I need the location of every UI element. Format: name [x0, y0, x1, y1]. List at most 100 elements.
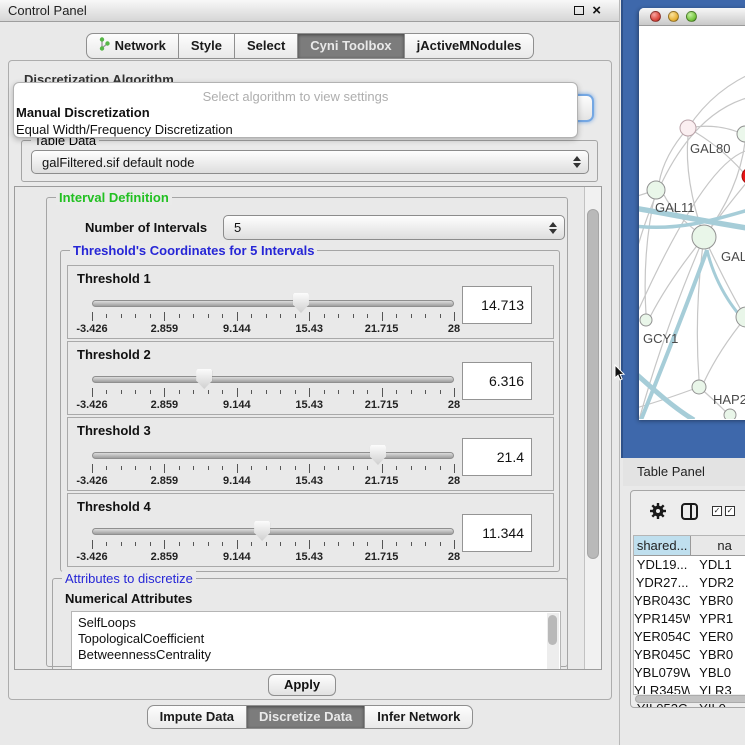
tick-label: 2.859 — [151, 475, 179, 487]
tick-mark — [396, 542, 397, 546]
slider-track[interactable] — [92, 528, 454, 535]
table-row[interactable]: YBR045CYBR0 — [634, 646, 745, 664]
table-cell: YDR27... — [634, 574, 690, 592]
threshold-label: Threshold 2 — [77, 347, 151, 362]
slider-tick-labels: -3.4262.8599.14415.4321.71528 — [92, 399, 454, 411]
stepper-arrows-icon — [549, 222, 557, 234]
table-row[interactable]: YBL079WYBL0 — [634, 664, 745, 682]
table-row[interactable]: YBR043CYBR0 — [634, 592, 745, 610]
tab-style[interactable]: Style — [179, 33, 235, 59]
attribute-list-item[interactable]: TopologicalCoefficient — [78, 631, 560, 647]
close-icon[interactable]: × — [592, 2, 601, 19]
tick-mark — [454, 388, 455, 397]
slider-ticks — [92, 388, 454, 397]
tab-network[interactable]: Network — [86, 33, 179, 59]
tick-label: 21.715 — [365, 399, 399, 411]
tick-label: 15.43 — [295, 323, 323, 335]
tick-label: 2.859 — [151, 399, 179, 411]
tab-label: Infer Network — [377, 709, 460, 724]
tick-mark — [396, 314, 397, 318]
table-data-group: Table Data galFiltered.sif default node — [21, 140, 598, 182]
table-cell: YBR0 — [690, 646, 745, 664]
network-canvas[interactable]: GAL80GACGAL11GAL4GCY1HHAP2 — [639, 26, 745, 419]
network-window: GAL80GACGAL11GAL4GCY1HHAP2 — [639, 8, 745, 420]
tick-mark — [280, 466, 281, 470]
threshold-slider[interactable]: -3.4262.8599.14415.4321.71528 — [92, 520, 454, 564]
tick-mark — [454, 312, 455, 321]
tick-mark — [396, 390, 397, 394]
network-node — [692, 225, 716, 249]
threshold-value-field[interactable]: 14.713 — [462, 286, 532, 324]
control-panel-titlebar: Control Panel × — [0, 0, 619, 22]
tick-mark — [208, 542, 209, 546]
slider-ticks — [92, 464, 454, 473]
tab-discretize-data[interactable]: Discretize Data — [247, 705, 365, 729]
tab-impute-data[interactable]: Impute Data — [147, 705, 247, 729]
tick-mark — [179, 390, 180, 394]
horizontal-scrollbar[interactable] — [634, 694, 745, 704]
minimize-traffic-light-icon[interactable] — [668, 11, 679, 22]
tick-mark — [266, 542, 267, 546]
tick-label: 9.144 — [223, 475, 251, 487]
tab-cyni-toolbox[interactable]: Cyni Toolbox — [298, 33, 404, 59]
threshold-value-field[interactable]: 11.344 — [462, 514, 532, 552]
apply-button[interactable]: Apply — [268, 674, 336, 696]
tick-mark — [411, 466, 412, 470]
network-window-titlebar — [639, 8, 745, 26]
attribute-list-item[interactable]: SelfLoops — [78, 615, 560, 631]
threshold-value-field[interactable]: 21.4 — [462, 438, 532, 476]
select-columns-icons[interactable]: ✓ ✓ — [712, 506, 735, 516]
slider-thumb[interactable] — [293, 293, 309, 313]
number-of-intervals-combobox[interactable]: 5 — [223, 215, 565, 240]
tick-label: 15.43 — [295, 399, 323, 411]
tick-mark — [324, 390, 325, 394]
threshold-value-field[interactable]: 6.316 — [462, 362, 532, 400]
slider-thumb[interactable] — [254, 521, 270, 541]
list-scrollbar[interactable] — [547, 613, 559, 670]
tick-mark — [367, 314, 368, 318]
tick-mark — [121, 314, 122, 318]
tick-mark — [338, 542, 339, 546]
table-column-header[interactable]: na — [691, 536, 745, 555]
numerical-attributes-list[interactable]: SelfLoopsTopologicalCoefficientBetweenne… — [71, 611, 561, 670]
table-row[interactable]: YPR145WYPR1 — [634, 610, 745, 628]
table-row[interactable]: YDR27...YDR2 — [634, 574, 745, 592]
mouse-cursor — [612, 364, 626, 382]
tick-mark — [237, 388, 238, 397]
slider-thumb[interactable] — [196, 369, 212, 389]
tick-label: 21.715 — [365, 551, 399, 563]
attribute-list-item[interactable]: BetweennessCentrality — [78, 647, 560, 663]
slider-thumb[interactable] — [370, 445, 386, 465]
gear-icon[interactable] — [649, 502, 667, 520]
tick-label: -3.426 — [76, 323, 107, 335]
tab-label: jActiveMNodules — [417, 38, 522, 53]
tab-infer-network[interactable]: Infer Network — [365, 705, 473, 729]
slider-track[interactable] — [92, 376, 454, 383]
tab-label: Network — [115, 38, 166, 53]
tab-jactivemnodules[interactable]: jActiveMNodules — [405, 33, 535, 59]
tab-select[interactable]: Select — [235, 33, 298, 59]
vertical-scrollbar[interactable] — [584, 187, 601, 669]
slider-track[interactable] — [92, 452, 454, 459]
zoom-traffic-light-icon[interactable] — [686, 11, 697, 22]
slider-ticks — [92, 312, 454, 321]
slider-track[interactable] — [92, 300, 454, 307]
column-layout-icon[interactable] — [681, 503, 698, 520]
close-traffic-light-icon[interactable] — [650, 11, 661, 22]
tick-label: 9.144 — [223, 551, 251, 563]
table-row[interactable]: YER054CYER0 — [634, 628, 745, 646]
algorithm-option[interactable]: Equal Width/Frequency Discretization — [14, 121, 577, 138]
table-row[interactable]: YDL19...YDL1 — [634, 556, 745, 574]
threshold-label: Threshold 1 — [77, 271, 151, 286]
tick-label: -3.426 — [76, 399, 107, 411]
tick-mark — [193, 314, 194, 318]
tick-label: 28 — [448, 323, 460, 335]
float-window-icon[interactable] — [574, 6, 584, 15]
threshold-slider[interactable]: -3.4262.8599.14415.4321.71528 — [92, 368, 454, 412]
threshold-slider[interactable]: -3.4262.8599.14415.4321.71528 — [92, 444, 454, 488]
network-edge — [704, 317, 745, 382]
algorithm-option[interactable]: Manual Discretization — [14, 104, 577, 121]
threshold-slider[interactable]: -3.4262.8599.14415.4321.71528 — [92, 292, 454, 336]
table-column-header[interactable]: shared... — [634, 536, 691, 555]
table-data-combobox[interactable]: galFiltered.sif default node — [31, 150, 589, 174]
